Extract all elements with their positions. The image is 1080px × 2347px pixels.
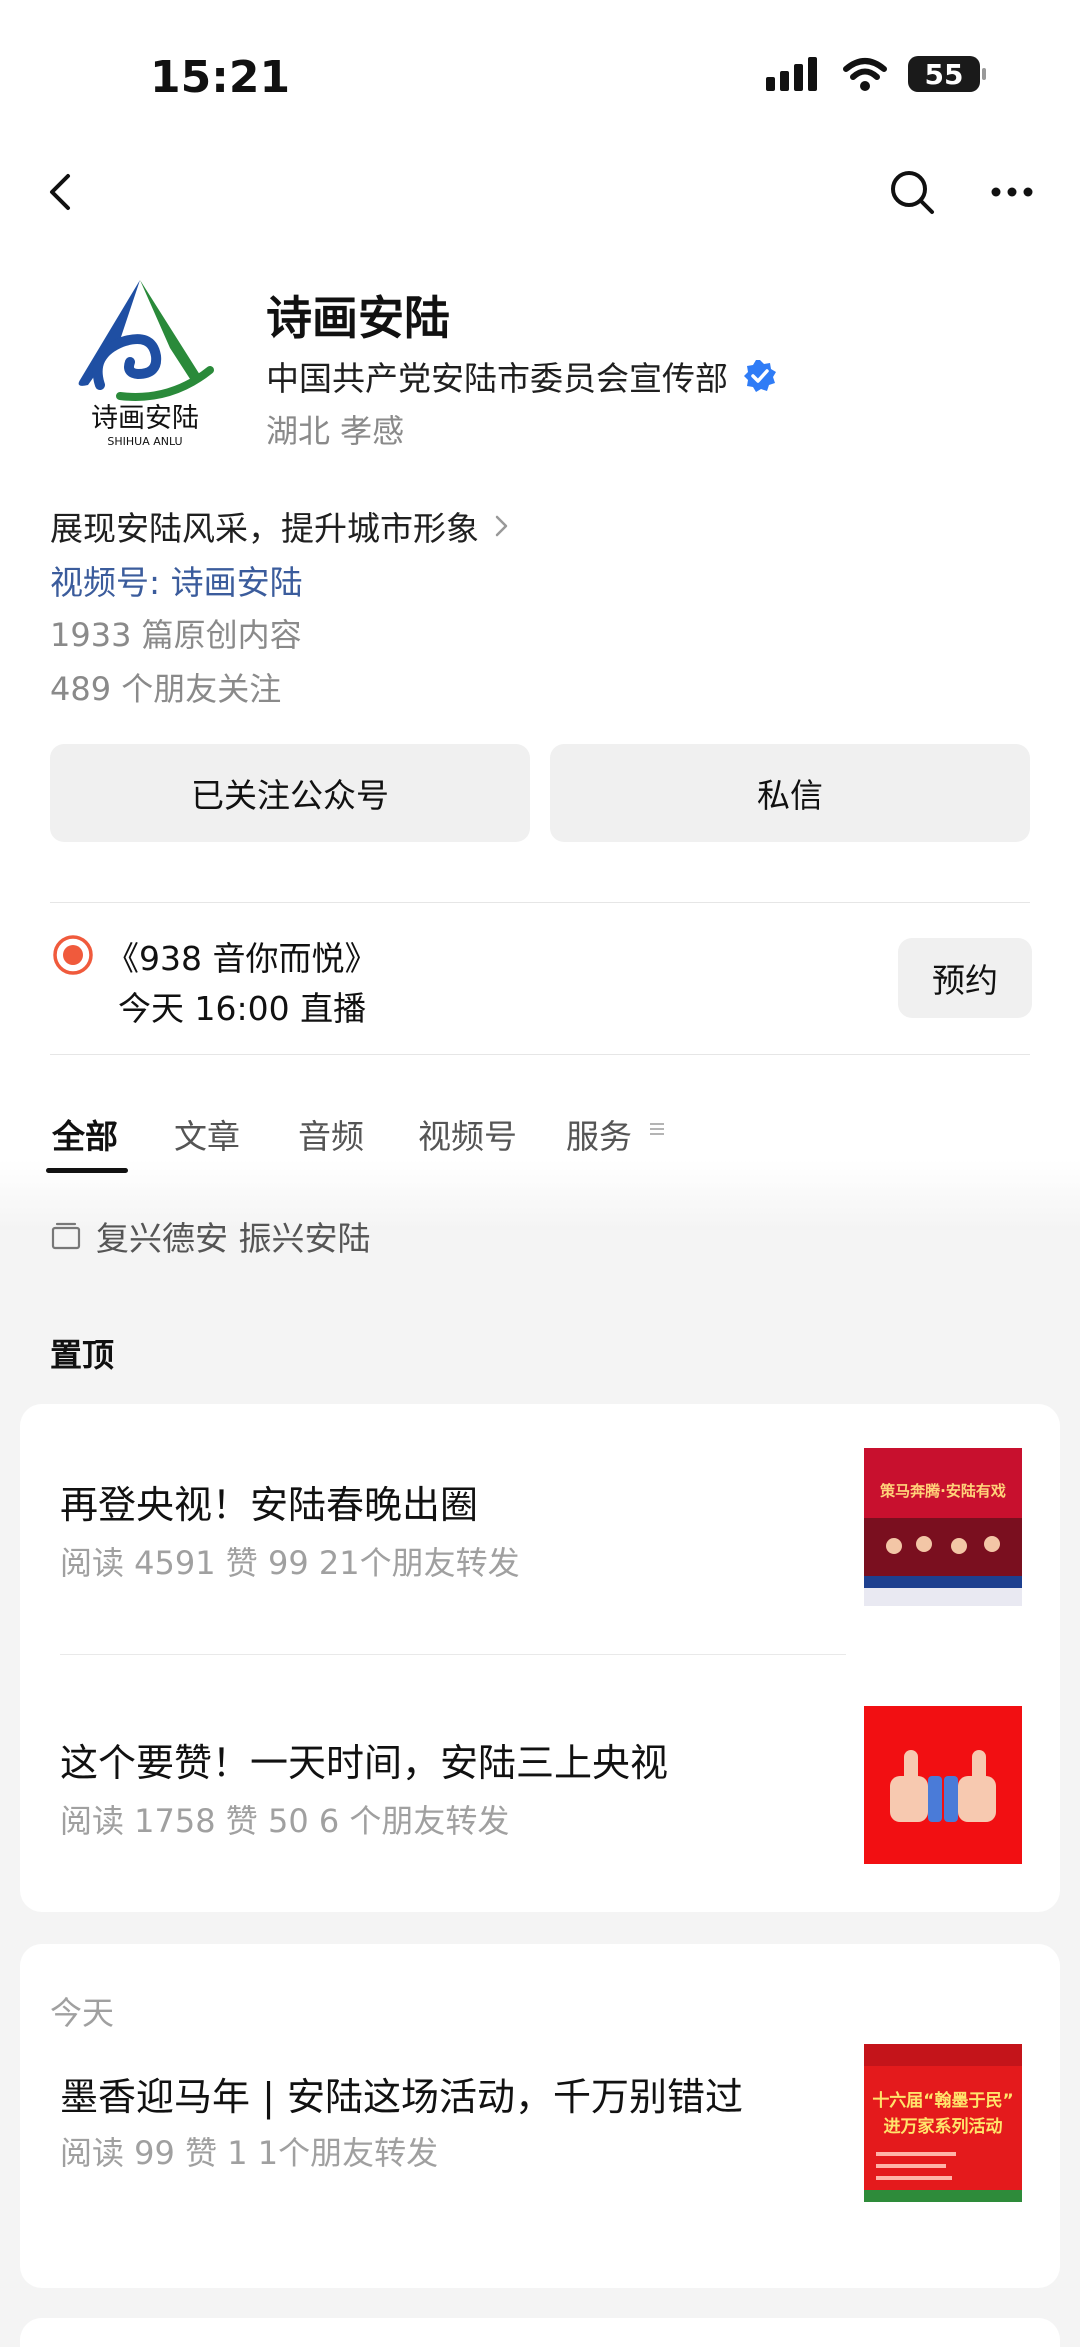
thumbnail-caption: 策马奔腾·安陆有戏 (879, 1482, 1006, 1500)
logo-subtext: SHIHUA ANLU (107, 435, 182, 448)
back-arrow-icon[interactable] (34, 164, 90, 220)
live-indicator-icon (53, 935, 93, 975)
content-tabs: 全部 文章 音频 视频号 服务 (0, 1110, 1080, 1176)
menu-lines-icon[interactable] (648, 1120, 666, 1138)
tab-video-channel[interactable]: 视频号 (418, 1110, 517, 1158)
pinned-label: 置顶 (50, 1336, 115, 1374)
status-icons: 55 (766, 56, 986, 92)
active-tab-indicator (46, 1168, 128, 1173)
logo-text: 诗画安陆 (91, 403, 199, 434)
next-card (20, 2318, 1060, 2347)
article-title: 墨香迎马年 | 安陆这场活动，千万别错过 (60, 2075, 743, 2119)
tab-services[interactable]: 服务 (566, 1110, 632, 1158)
live-time: 今天 16:00 直播 (118, 989, 367, 1028)
tab-audio[interactable]: 音频 (298, 1110, 364, 1158)
article-title: 这个要赞！一天时间，安陆三上央视 (60, 1741, 669, 1785)
today-card: 今天 墨香迎马年 | 安陆这场活动，千万别错过 阅读 99 赞 1 1个朋友转发… (20, 1944, 1060, 2288)
original-count: 1933 篇原创内容 (50, 616, 302, 654)
organization-name: 中国共产党安陆市委员会宣传部 (266, 359, 728, 398)
app-root: 15:21 55 诗画安陆 SHIHUA ANLU 诗画安陆 中国共产党安陆市委… (0, 0, 1080, 2347)
message-button[interactable]: 私信 (550, 744, 1030, 842)
live-title[interactable]: 《938 音你而悦》 (106, 932, 377, 980)
reserve-button[interactable]: 预约 (898, 938, 1032, 1018)
article-meta: 阅读 99 赞 1 1个朋友转发 (60, 2134, 439, 2172)
description-row[interactable]: 展现安陆风采，提升城市形象 (50, 502, 511, 550)
article-item[interactable]: 墨香迎马年 | 安陆这场活动，千万别错过 阅读 99 赞 1 1个朋友转发 十六… (20, 2044, 1060, 2288)
account-description: 展现安陆风采，提升城市形象 (50, 509, 479, 548)
pinned-card: 再登央视！安陆春晚出圈 阅读 4591 赞 99 21个朋友转发 策马奔腾·安陆… (20, 1404, 1060, 1912)
status-bar: 15:21 55 (0, 0, 1080, 150)
article-thumbnail: 十六届“翰墨于民” 进万家系列活动 (864, 2044, 1022, 2202)
account-name: 诗画安陆 (266, 291, 450, 345)
video-channel-link[interactable]: 视频号: 诗画安陆 (50, 556, 303, 604)
tab-all[interactable]: 全部 (52, 1110, 118, 1158)
nav-bar (0, 150, 1080, 234)
battery-icon: 55 (908, 56, 986, 92)
signal-icon (766, 57, 817, 91)
org-row: 中国共产党安陆市委员会宣传部 (266, 352, 778, 400)
article-thumbnail (864, 1706, 1022, 1864)
folder-icon (51, 1222, 81, 1250)
status-time: 15:21 (150, 52, 291, 103)
battery-level: 55 (924, 57, 964, 91)
article-meta: 阅读 1758 赞 50 6 个朋友转发 (60, 1802, 510, 1840)
thumbnail-caption: 十六届“翰墨于民” (872, 2090, 1013, 2111)
wifi-icon (843, 58, 887, 91)
account-logo[interactable]: 诗画安陆 SHIHUA ANLU (60, 270, 230, 450)
date-label: 今天 (50, 1994, 115, 2032)
verified-badge-icon (744, 360, 776, 392)
thumbnail-caption: 进万家系列活动 (884, 2116, 1003, 2137)
collection-tag[interactable]: 复兴德安 振兴安陆 (50, 1212, 371, 1260)
article-item[interactable]: 再登央视！安陆春晚出圈 阅读 4591 赞 99 21个朋友转发 策马奔腾·安陆… (20, 1404, 1060, 1654)
friends-following[interactable]: 489 个朋友关注 (50, 664, 281, 710)
more-options-icon[interactable] (984, 164, 1040, 220)
collection-tag-label: 复兴德安 振兴安陆 (96, 1219, 371, 1258)
location: 湖北 孝感 (266, 412, 405, 450)
article-thumbnail: 策马奔腾·安陆有戏 (864, 1448, 1022, 1606)
article-item[interactable]: 这个要赞！一天时间，安陆三上央视 阅读 1758 赞 50 6 个朋友转发 (20, 1654, 1060, 1912)
search-icon[interactable] (884, 164, 940, 220)
article-meta: 阅读 4591 赞 99 21个朋友转发 (60, 1544, 520, 1582)
divider (50, 902, 1030, 903)
tab-articles[interactable]: 文章 (174, 1110, 240, 1158)
article-title: 再登央视！安陆春晚出圈 (60, 1483, 479, 1527)
chevron-right-icon (495, 515, 508, 537)
followed-button[interactable]: 已关注公众号 (50, 744, 530, 842)
divider (50, 1054, 1030, 1055)
